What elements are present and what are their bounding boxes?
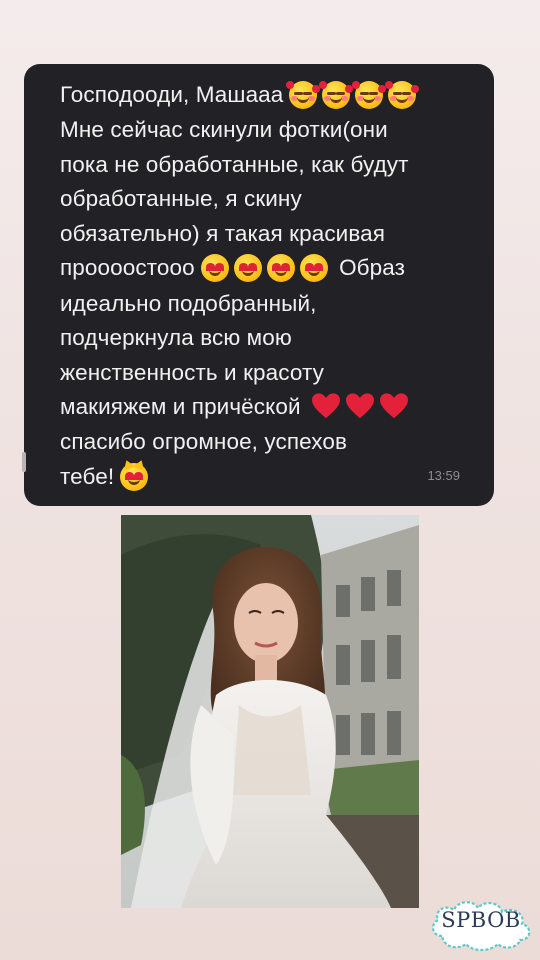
scroll-indicator — [22, 452, 26, 472]
message-line: проооостооо Образ — [60, 251, 454, 286]
emoji-group — [311, 391, 413, 426]
message-timestamp: 13:59 — [427, 468, 460, 483]
message-line: Мне сейчас скинули фотки(они — [60, 117, 388, 143]
message-line-text: тебе! — [60, 463, 115, 489]
heart-eyes-face-icon — [200, 254, 229, 283]
smiling-face-with-hearts-icon — [352, 80, 387, 109]
message-line: спасибо огромное, успехов — [60, 429, 348, 455]
red-heart-icon — [379, 393, 408, 419]
emoji-group — [200, 252, 333, 287]
message-line: пока не обработанные, как будут — [60, 151, 409, 177]
red-heart-icon — [345, 393, 374, 419]
message-line: обязательно) я такая красивая — [60, 220, 386, 246]
smiling-face-with-hearts-icon — [286, 80, 321, 109]
message-line: обработанные, я скину — [60, 186, 302, 212]
message-line: идеально подобранный, — [60, 290, 317, 316]
message-line: Господооди, Машааа — [60, 78, 454, 113]
message-line: макияжем и причёской — [60, 390, 454, 425]
bride-photo-illustration — [121, 515, 419, 908]
smiling-face-with-hearts-icon — [385, 80, 420, 109]
message-line-text: Образ — [339, 255, 406, 281]
message-line: подчеркнула всю мою — [60, 325, 292, 351]
emoji-group — [120, 458, 153, 496]
smiling-face-with-hearts-icon — [319, 80, 354, 109]
bride-photo[interactable] — [121, 515, 419, 908]
red-heart-icon — [311, 393, 340, 419]
watermark-badge: SPBOB — [428, 896, 534, 954]
heart-eyes-face-icon — [266, 254, 295, 283]
message-line: тебе! — [60, 458, 454, 496]
message-text: Господооди, Машааа Мне сейчас скинули фо… — [60, 78, 454, 495]
message-line-text: Господооди, Машааа — [60, 82, 284, 107]
message-line-text: макияжем и причёской — [60, 394, 301, 420]
watermark-text: SPBOB — [441, 908, 521, 932]
heart-eyes-face-icon — [233, 254, 262, 283]
emoji-group — [286, 79, 421, 114]
message-line-text: проооостооо — [60, 255, 195, 281]
chat-message-bubble[interactable]: Господооди, Машааа Мне сейчас скинули фо… — [24, 64, 494, 506]
heart-eyes-cat-icon — [120, 458, 149, 491]
message-line: женственность и красоту — [60, 359, 324, 385]
heart-eyes-face-icon — [299, 254, 328, 283]
